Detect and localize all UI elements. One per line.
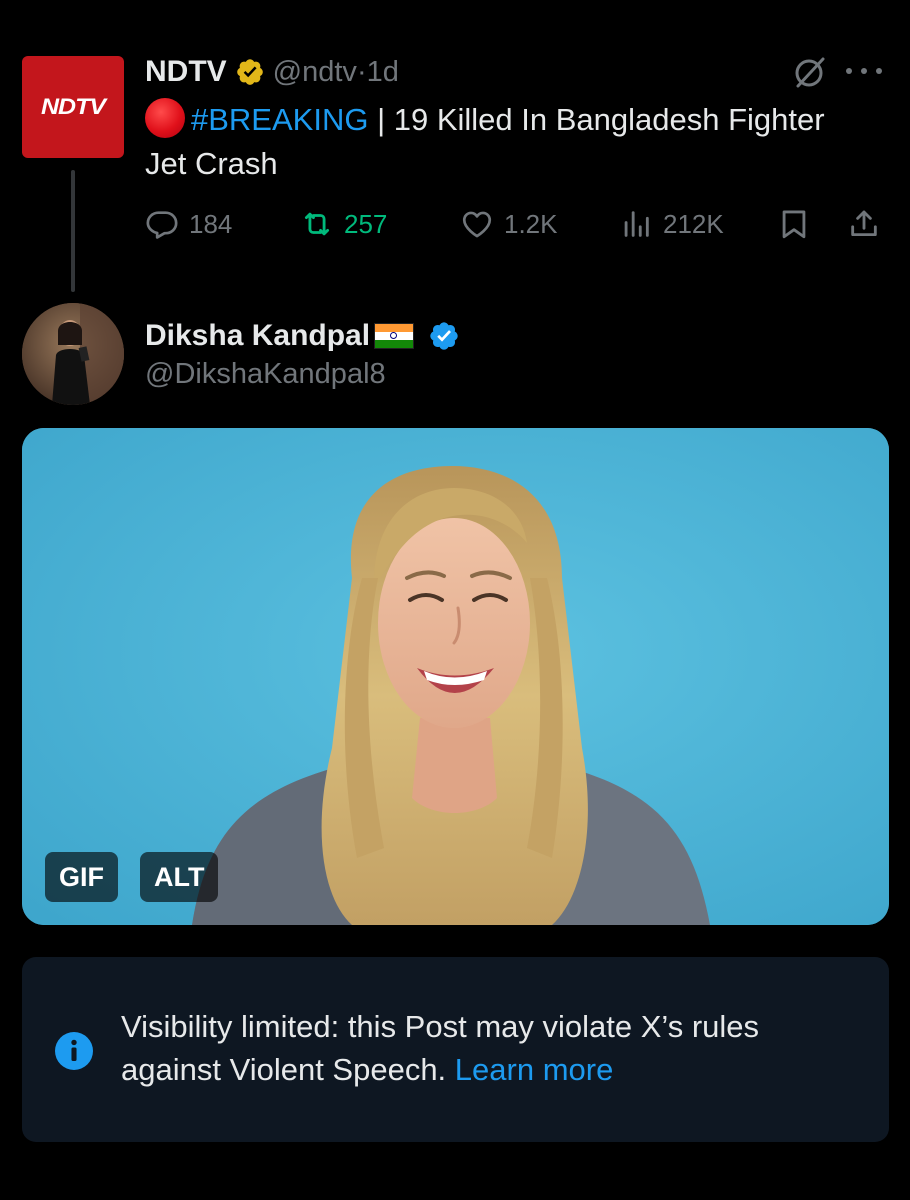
- notice-text: Visibility limited: this Post may violat…: [121, 1005, 861, 1091]
- user-avatar-photo: [22, 303, 124, 405]
- learn-more-link[interactable]: Learn more: [455, 1052, 614, 1087]
- parent-handle-text: @ndtv: [272, 55, 357, 88]
- gif-media[interactable]: GIF ALT: [22, 428, 889, 925]
- repost-icon: [304, 212, 330, 236]
- parent-time: 1d: [366, 55, 399, 88]
- bookmark-icon: [782, 210, 806, 239]
- reply-header: Diksha Kandpal: [145, 316, 460, 356]
- parent-actions-bar: 184 257 1.2K 212K: [145, 200, 890, 248]
- repost-count: 257: [344, 208, 388, 239]
- reply-display-name[interactable]: Diksha Kandpal: [145, 319, 370, 353]
- parent-display-name[interactable]: NDTV: [145, 55, 227, 89]
- reply-handle[interactable]: @DikshaKandpal8: [145, 358, 386, 391]
- views-button[interactable]: 212K: [619, 200, 724, 248]
- ndtv-logo-text: NDTV: [40, 93, 106, 120]
- notice-message: Visibility limited: this Post may violat…: [121, 1009, 760, 1087]
- reply-count: 184: [189, 208, 233, 239]
- parent-tweet-header: NDTV @ndtv·1d: [145, 52, 399, 92]
- like-icon: [462, 211, 492, 238]
- ndtv-avatar[interactable]: NDTV: [22, 56, 124, 158]
- alt-text-button[interactable]: ALT: [140, 852, 219, 902]
- reply-button[interactable]: 184: [145, 200, 232, 248]
- reply-icon: [146, 211, 178, 239]
- blue-verified-icon: [430, 322, 458, 350]
- india-flag-emoji: [374, 323, 415, 349]
- more-dot: [861, 68, 867, 74]
- more-icon[interactable]: [846, 64, 882, 78]
- parent-handle[interactable]: @ndtv·1d: [273, 56, 399, 89]
- gif-badge: GIF: [45, 852, 118, 902]
- gif-frame-illustration: [22, 428, 889, 925]
- parent-tweet-text: #BREAKING | 19 Killed In Bangladesh Figh…: [145, 98, 845, 186]
- info-icon: [55, 1032, 93, 1070]
- user-avatar[interactable]: [22, 303, 124, 405]
- more-dot: [846, 68, 852, 74]
- more-dot: [876, 68, 882, 74]
- bookmark-button[interactable]: [777, 200, 811, 248]
- separator-dot: ·: [356, 55, 367, 88]
- red-circle-emoji: [145, 98, 185, 138]
- thread-connector-line: [71, 170, 75, 292]
- share-button[interactable]: [847, 200, 881, 248]
- views-count: 212K: [663, 208, 724, 239]
- gold-verified-icon: [236, 59, 263, 85]
- like-button[interactable]: 1.2K: [460, 200, 558, 248]
- share-icon: [851, 210, 877, 237]
- like-count: 1.2K: [504, 208, 558, 239]
- repost-button[interactable]: 257: [300, 200, 387, 248]
- grok-icon[interactable]: [792, 54, 828, 90]
- views-icon: [624, 211, 649, 237]
- visibility-notice: Visibility limited: this Post may violat…: [22, 957, 889, 1142]
- breaking-hashtag-link[interactable]: #BREAKING: [191, 102, 368, 137]
